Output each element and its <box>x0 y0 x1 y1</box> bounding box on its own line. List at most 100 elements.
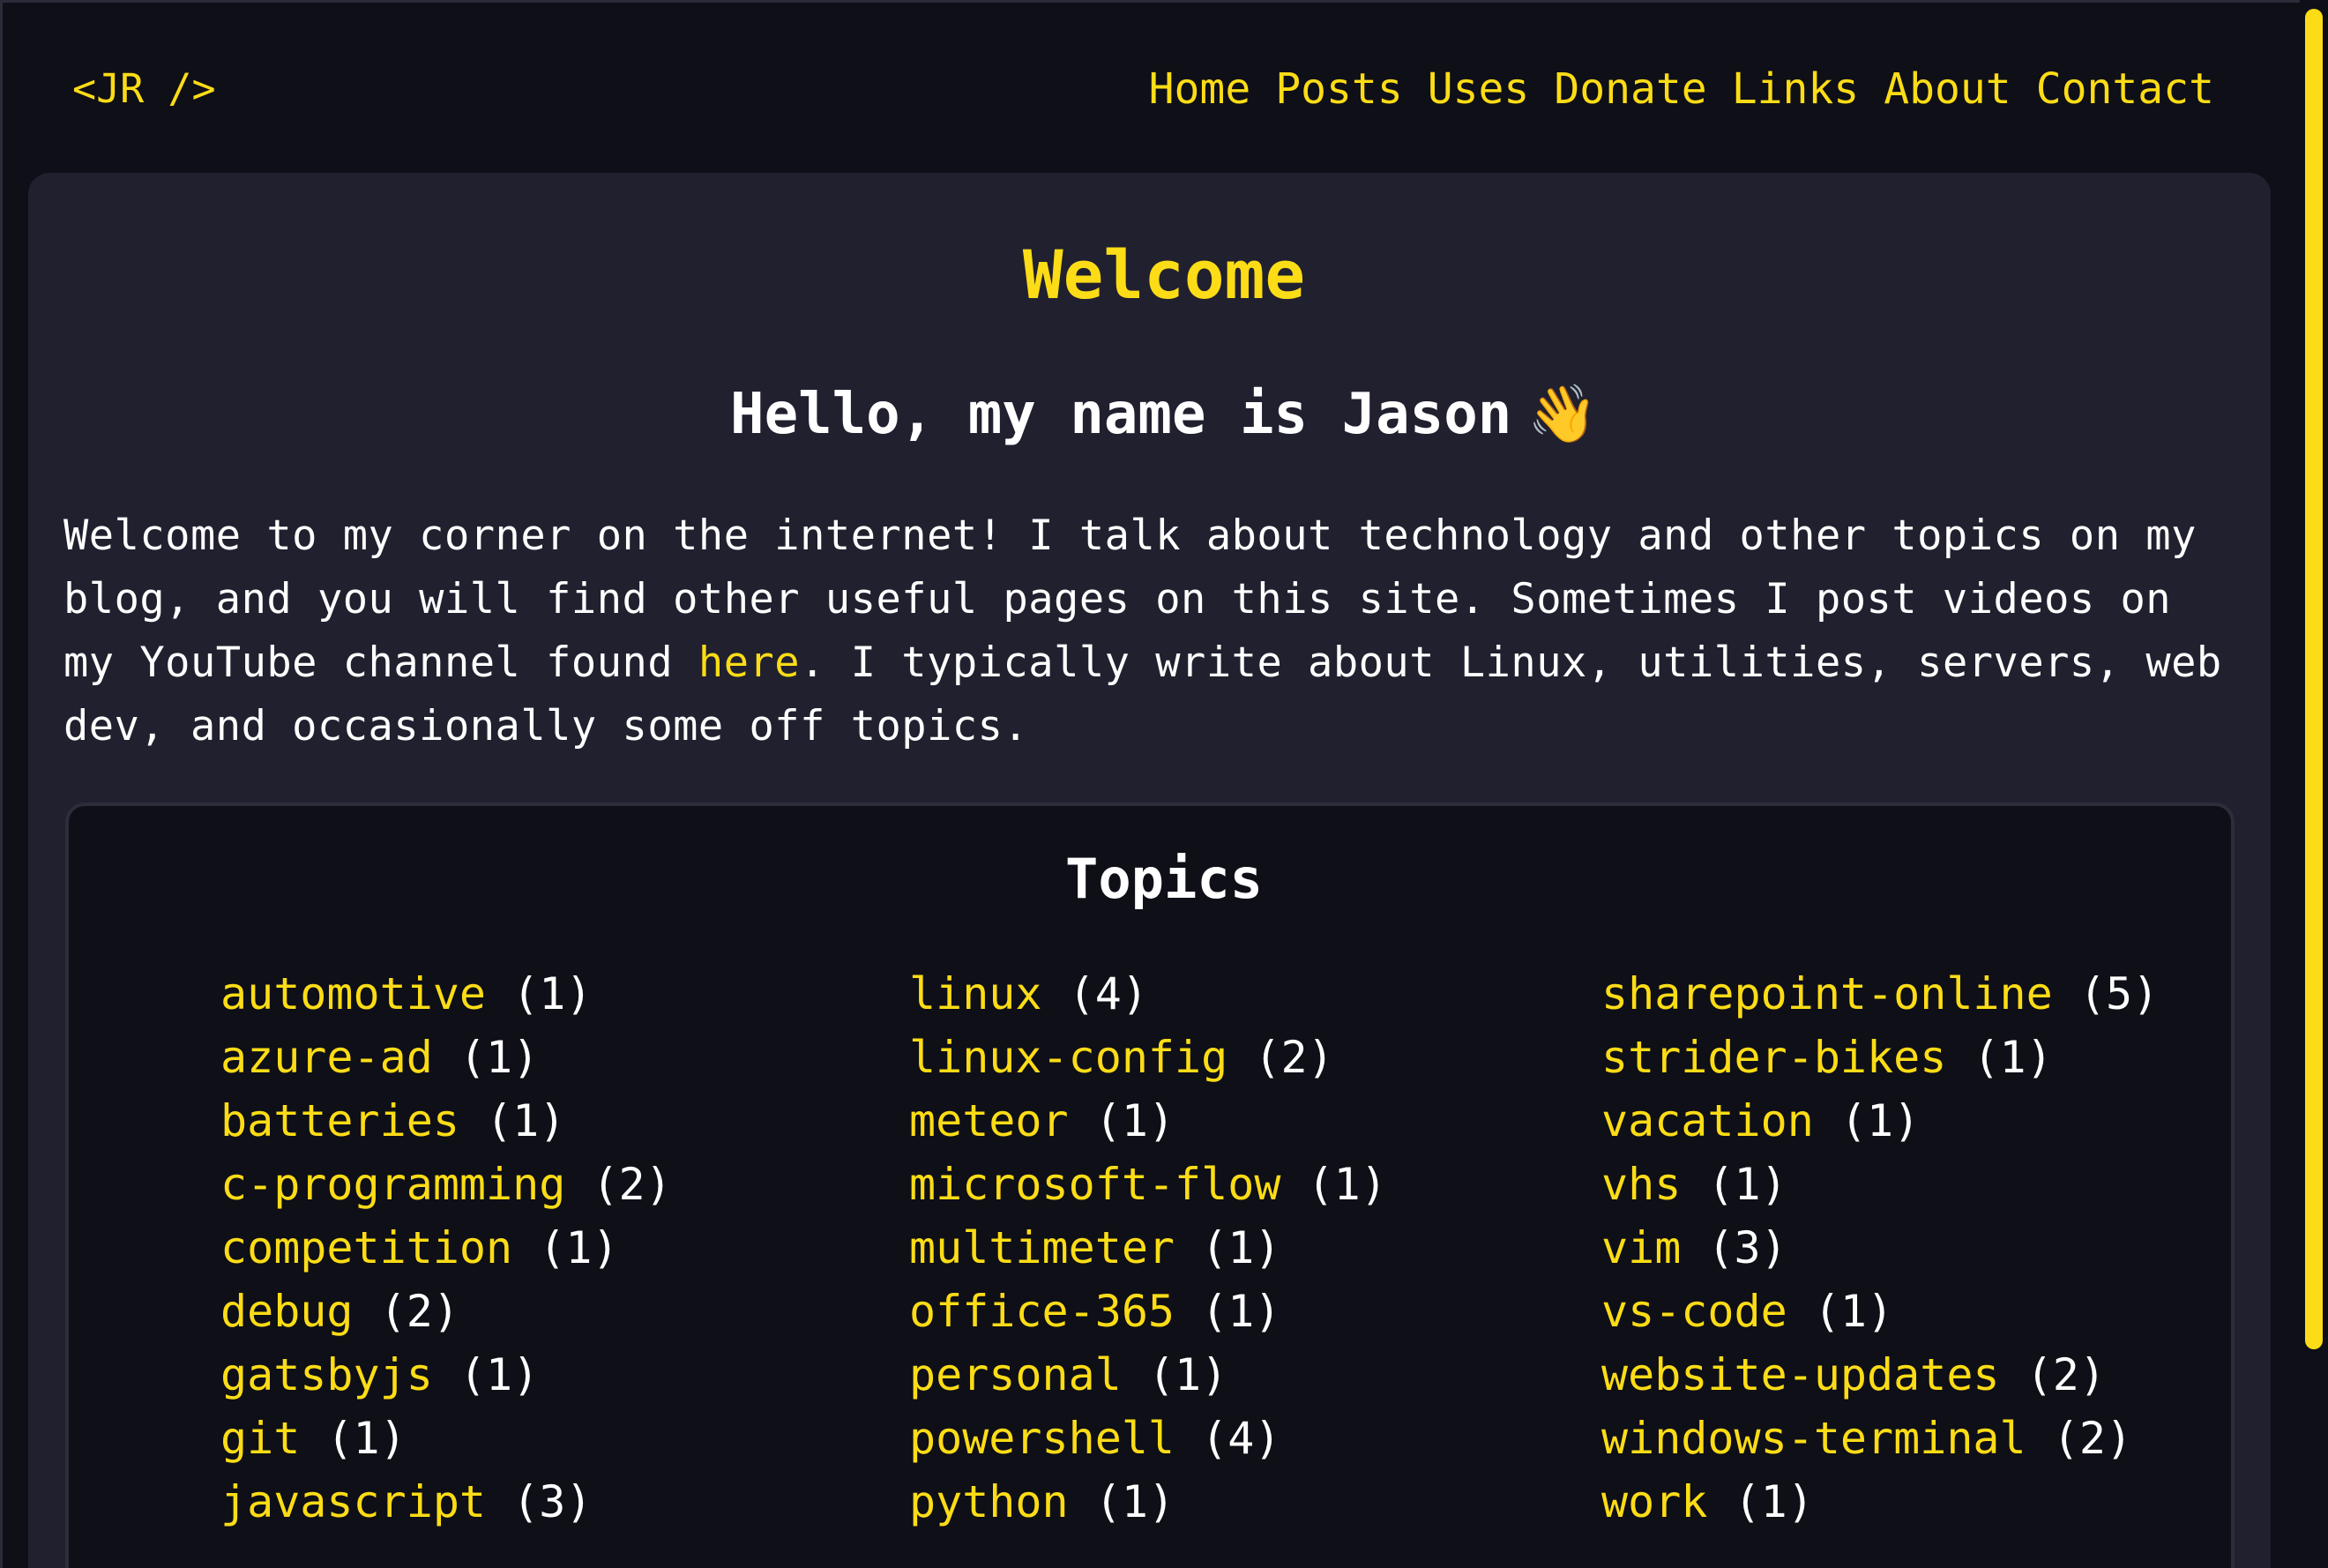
topic-link[interactable]: vim <box>1601 1222 1681 1273</box>
topic-count: (1) <box>1707 1159 1787 1210</box>
topic-item: website-updates (2) <box>1601 1343 2159 1407</box>
nav-links[interactable]: Links <box>1732 58 1860 120</box>
intro-line-3-start: my YouTube channel found <box>63 638 698 687</box>
topic-item: automotive (1) <box>220 962 672 1026</box>
topic-link[interactable]: batteries <box>220 1095 459 1146</box>
topic-item: office-365 (1) <box>909 1280 1387 1343</box>
nav-about[interactable]: About <box>1884 58 2011 120</box>
page-title: Welcome <box>1022 235 1306 314</box>
intro-line-2: blog, and you will find other useful pag… <box>63 575 2172 623</box>
topic-link[interactable]: c-programming <box>220 1159 565 1210</box>
topic-count: (1) <box>1734 1476 1814 1527</box>
intro-line-4: dev, and occasionally some off topics. <box>63 702 1029 750</box>
topic-count: (3) <box>512 1476 593 1527</box>
topic-count: (5) <box>2078 968 2160 1019</box>
topic-link[interactable]: windows-terminal <box>1601 1413 2026 1464</box>
topic-link[interactable]: linux-config <box>909 1032 1227 1083</box>
topic-link[interactable]: vacation <box>1601 1095 1814 1146</box>
intro-line-3-end: . I typically write about Linux, utiliti… <box>800 638 2222 687</box>
topics-column-1: automotive (1) azure-ad (1) batteries (1) c… <box>220 962 672 1534</box>
topic-count: (1) <box>512 968 593 1019</box>
topic-count: (1) <box>539 1222 619 1273</box>
topic-count: (4) <box>1201 1413 1281 1464</box>
topic-count: (2) <box>592 1159 672 1210</box>
topic-link[interactable]: multimeter <box>909 1222 1175 1273</box>
topic-item: microsoft-flow (1) <box>909 1153 1387 1216</box>
topics-title: Topics <box>1065 847 1263 911</box>
topic-item: personal (1) <box>909 1343 1387 1407</box>
topic-count: (1) <box>1094 1476 1175 1527</box>
nav-posts[interactable]: Posts <box>1275 58 1403 120</box>
topic-link[interactable]: website-updates <box>1601 1349 2000 1400</box>
topic-count: (1) <box>1201 1222 1281 1273</box>
topic-item: linux (4) <box>909 962 1387 1026</box>
topic-link[interactable]: git <box>220 1413 300 1464</box>
topic-count: (1) <box>1839 1095 1921 1146</box>
topic-link[interactable]: sharepoint-online <box>1601 968 2053 1019</box>
topic-count: (1) <box>459 1032 540 1083</box>
topic-link[interactable]: meteor <box>909 1095 1069 1146</box>
youtube-link[interactable]: here <box>698 638 800 687</box>
topic-count: (1) <box>1813 1286 1894 1337</box>
topic-link[interactable]: strider-bikes <box>1601 1032 1946 1083</box>
topic-link[interactable]: linux <box>909 968 1042 1019</box>
topic-link[interactable]: debug <box>220 1286 354 1337</box>
topic-link[interactable]: work <box>1601 1476 1707 1527</box>
topic-link[interactable]: python <box>909 1476 1069 1527</box>
topic-item: vim (3) <box>1601 1216 2159 1280</box>
topic-count: (2) <box>1254 1032 1334 1083</box>
waving-hand-icon: 👋 <box>1527 382 1598 447</box>
topic-count: (1) <box>1147 1349 1228 1400</box>
topic-count: (2) <box>379 1286 459 1337</box>
topic-item: debug (2) <box>220 1280 672 1343</box>
scrollbar-thumb[interactable] <box>2305 9 2323 1349</box>
topic-link[interactable]: automotive <box>220 968 486 1019</box>
intro-line-1: Welcome to my corner on the internet! I … <box>63 511 2197 560</box>
topic-link[interactable]: javascript <box>220 1476 486 1527</box>
topic-count: (1) <box>1201 1286 1281 1337</box>
main-nav: Home Posts Uses Donate Links About Conta… <box>1149 58 2214 120</box>
topic-count: (1) <box>326 1413 407 1464</box>
topic-link[interactable]: personal <box>909 1349 1122 1400</box>
topic-link[interactable]: azure-ad <box>220 1032 433 1083</box>
topic-item: vhs (1) <box>1601 1153 2159 1216</box>
topic-item: multimeter (1) <box>909 1216 1387 1280</box>
topic-item: c-programming (2) <box>220 1153 672 1216</box>
topic-item: vacation (1) <box>1601 1089 2159 1153</box>
topic-item: batteries (1) <box>220 1089 672 1153</box>
intro-line-3: my YouTube channel found here. I typical… <box>63 631 2224 695</box>
topic-item: azure-ad (1) <box>220 1026 672 1089</box>
topic-count: (2) <box>2026 1349 2106 1400</box>
topic-link[interactable]: office-365 <box>909 1286 1175 1337</box>
topic-link[interactable]: powershell <box>909 1413 1175 1464</box>
topic-item: sharepoint-online (5) <box>1601 962 2159 1026</box>
topic-item: work (1) <box>1601 1470 2159 1534</box>
topic-item: git (1) <box>220 1407 672 1470</box>
site-logo[interactable]: <JR /> <box>72 58 216 120</box>
nav-contact[interactable]: Contact <box>2036 58 2214 120</box>
topic-item: vs-code (1) <box>1601 1280 2159 1343</box>
intro-paragraph: Welcome to my corner on the internet! I … <box>63 504 2224 758</box>
topics-column-2: linux (4) linux-config (2) meteor (1) micro… <box>909 962 1387 1534</box>
greeting-text: Hello, my name is Jason <box>730 382 1512 447</box>
topic-item: meteor (1) <box>909 1089 1387 1153</box>
topic-item: competition (1) <box>220 1216 672 1280</box>
topic-count: (4) <box>1068 968 1148 1019</box>
nav-home[interactable]: Home <box>1149 58 1251 120</box>
topic-link[interactable]: microsoft-flow <box>909 1159 1280 1210</box>
topic-item: javascript (3) <box>220 1470 672 1534</box>
topic-link[interactable]: competition <box>220 1222 512 1273</box>
topic-item: linux-config (2) <box>909 1026 1387 1089</box>
topic-count: (3) <box>1707 1222 1787 1273</box>
topic-count: (2) <box>2052 1413 2133 1464</box>
topic-item: python (1) <box>909 1470 1387 1534</box>
topic-link[interactable]: gatsbyjs <box>220 1349 433 1400</box>
nav-donate[interactable]: Donate <box>1554 58 1706 120</box>
nav-uses[interactable]: Uses <box>1428 58 1530 120</box>
topic-item: strider-bikes (1) <box>1601 1026 2159 1089</box>
topic-count: (1) <box>1307 1159 1387 1210</box>
topic-link[interactable]: vs-code <box>1601 1286 1787 1337</box>
topic-link[interactable]: vhs <box>1601 1159 1681 1210</box>
topics-column-3: sharepoint-online (5) strider-bikes (1) va… <box>1601 962 2159 1534</box>
topic-count: (1) <box>1094 1095 1175 1146</box>
